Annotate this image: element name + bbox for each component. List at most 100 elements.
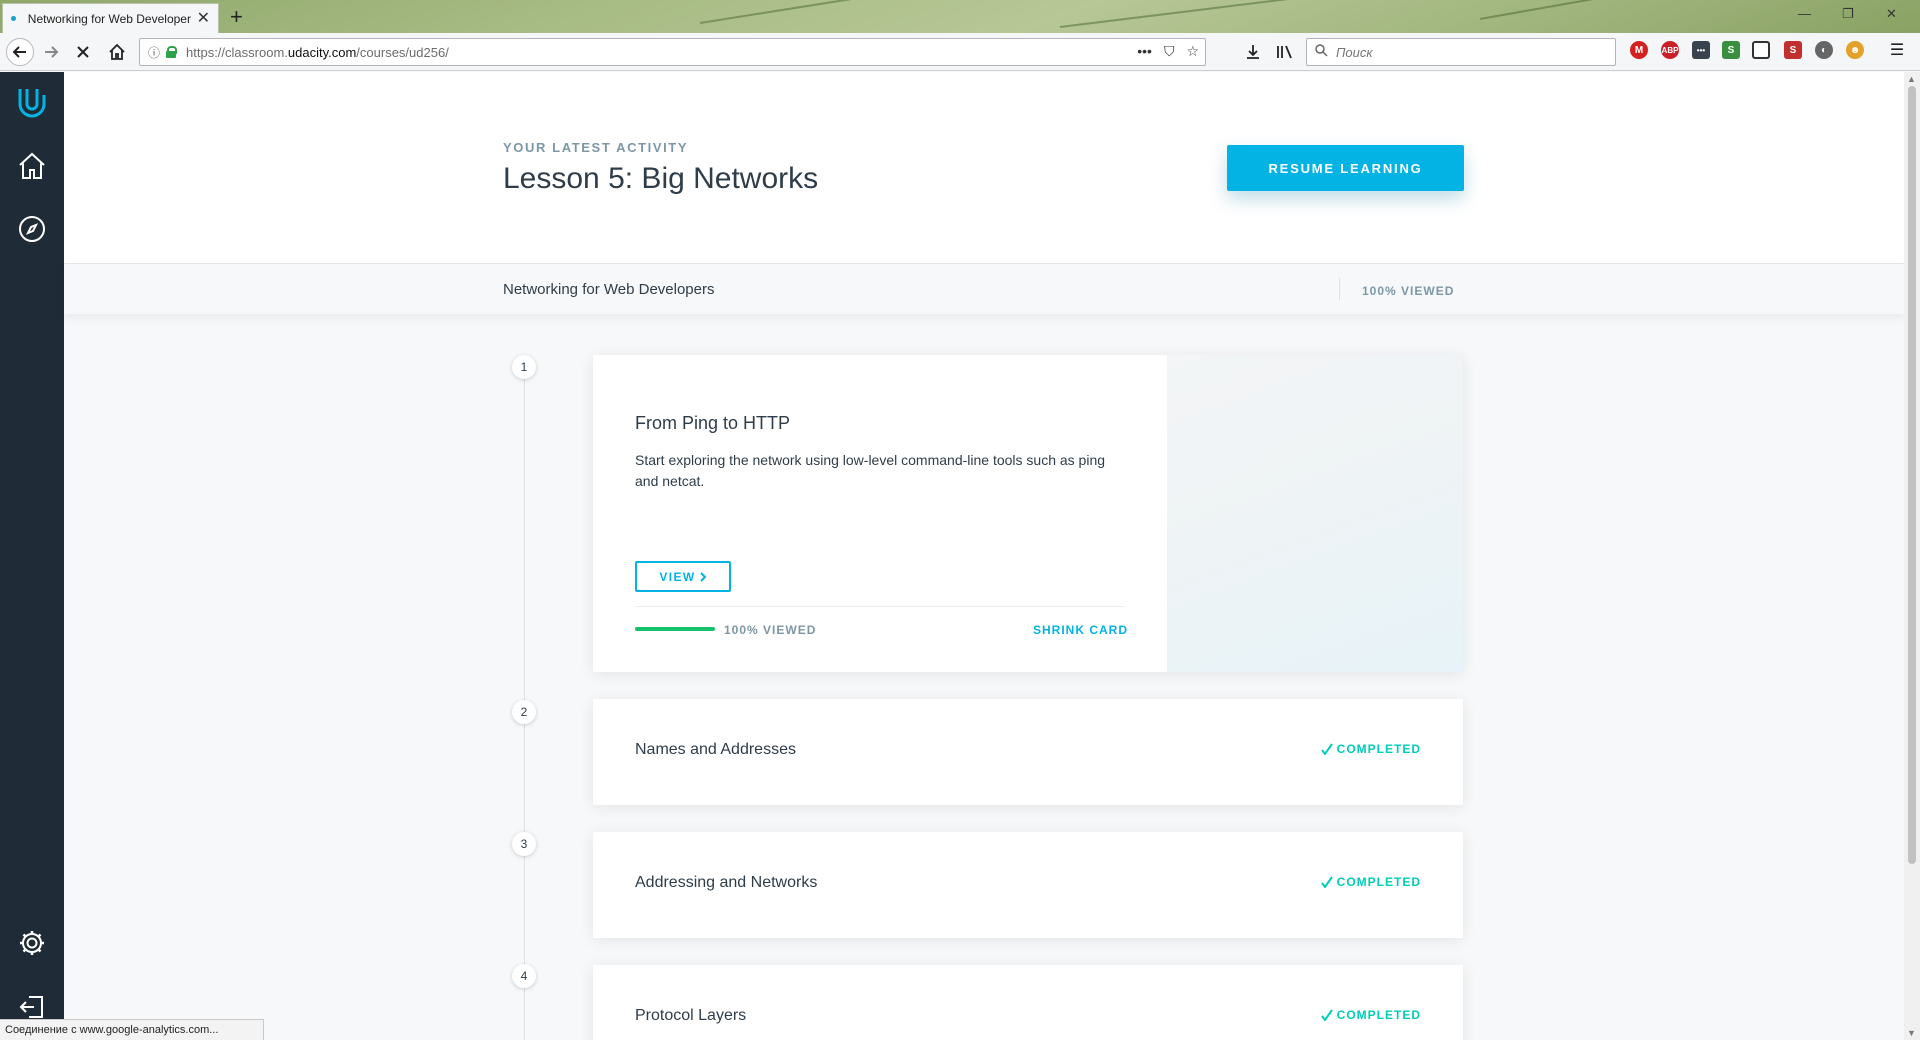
lesson-title: Names and Addresses: [635, 741, 796, 758]
lesson-number: 4: [512, 964, 536, 988]
url-actions: ••• ⛉ ☆: [1137, 43, 1199, 60]
view-lesson-button[interactable]: VIEW: [635, 561, 731, 592]
adblock-icon[interactable]: ABP: [1661, 41, 1679, 59]
browser-toolbar: ⓘ https://classroom.udacity.com/courses/…: [0, 33, 1920, 71]
extension-gear-icon[interactable]: ◐: [1815, 41, 1833, 59]
card-divider: [635, 606, 1125, 607]
forward-arrow-icon: [45, 46, 59, 58]
savefrom-icon[interactable]: S: [1784, 41, 1802, 59]
chevron-right-icon: [699, 571, 707, 582]
search-bar[interactable]: Поиск: [1306, 38, 1616, 66]
stop-icon: [77, 46, 89, 58]
latest-activity-header: YOUR LATEST ACTIVITY Lesson 5: Big Netwo…: [64, 72, 1904, 264]
lesson-progress-fill: [635, 627, 715, 631]
browser-tab[interactable]: Networking for Web Developers ✕: [2, 3, 219, 33]
lesson-card-body: From Ping to HTTP Start exploring the ne…: [593, 355, 1167, 672]
lesson-number: 1: [512, 355, 536, 379]
background-streak: [1059, 0, 1299, 28]
download-icon: [1247, 45, 1259, 59]
lesson-description: Start exploring the network using low-le…: [635, 452, 1106, 489]
course-bar: Networking for Web Developers 100% VIEWE…: [64, 264, 1904, 314]
page-scrollbar[interactable]: ▲ ▼: [1904, 72, 1920, 1040]
menu-hamburger-icon[interactable]: ☰: [1888, 41, 1906, 59]
address-bar[interactable]: ⓘ https://classroom.udacity.com/courses/…: [139, 38, 1206, 66]
reader-icon[interactable]: [1752, 41, 1770, 59]
tab-title: Networking for Web Developers: [27, 11, 191, 26]
completed-label: COMPLETED: [1336, 875, 1421, 889]
compass-icon[interactable]: [15, 212, 49, 246]
new-tab-button[interactable]: +: [230, 3, 243, 31]
checkmark-icon: [1320, 1009, 1333, 1021]
extension-dots-icon[interactable]: •••: [1692, 41, 1710, 59]
minimize-window-icon[interactable]: —: [1798, 6, 1811, 21]
lesson-card-image: [1167, 355, 1463, 672]
background-streak: [1479, 0, 1678, 20]
back-arrow-icon: [12, 46, 26, 58]
completed-badge: COMPLETED: [1320, 1008, 1421, 1022]
scrollbar-thumb[interactable]: [1908, 86, 1916, 864]
left-sidebar: [0, 72, 64, 1040]
restore-window-icon[interactable]: ❐: [1842, 6, 1854, 22]
page-actions-icon[interactable]: •••: [1137, 43, 1152, 60]
tab-loading-icon: [11, 16, 16, 21]
lesson-progress-label: 100% VIEWED: [724, 623, 817, 637]
lesson-number: 3: [512, 832, 536, 856]
latest-activity-label: YOUR LATEST ACTIVITY: [503, 140, 689, 155]
bookmark-star-icon[interactable]: ☆: [1186, 43, 1199, 60]
s-extension-icon[interactable]: S: [1722, 41, 1740, 59]
lesson-card[interactable]: Protocol Layers COMPLETED: [593, 965, 1463, 1040]
forward-button[interactable]: [38, 39, 64, 65]
scroll-down-icon[interactable]: ▼: [1907, 1028, 1916, 1038]
lesson-card-expanded: From Ping to HTTP Start exploring the ne…: [593, 355, 1463, 672]
lesson-title: From Ping to HTTP: [635, 413, 791, 433]
library-icon: [1277, 45, 1292, 59]
home-icon[interactable]: [15, 149, 49, 183]
settings-icon[interactable]: [15, 926, 49, 960]
home-icon: [109, 43, 125, 60]
home-button[interactable]: [104, 39, 130, 65]
url-text: https://classroom.udacity.com/courses/ud…: [186, 45, 449, 60]
view-label: VIEW: [659, 569, 696, 584]
site-info-icon[interactable]: ⓘ: [148, 44, 160, 61]
lesson-card[interactable]: Names and Addresses COMPLETED: [593, 699, 1463, 805]
lesson-title: Addressing and Networks: [635, 874, 818, 891]
udacity-logo-icon[interactable]: [15, 85, 49, 119]
course-progress-label: 100% VIEWED: [1362, 284, 1455, 298]
close-window-icon[interactable]: ✕: [1886, 6, 1897, 22]
url-domain: udacity.com: [287, 44, 357, 60]
monkey-extension-icon[interactable]: ☻: [1846, 41, 1864, 59]
classroom-page: YOUR LATEST ACTIVITY Lesson 5: Big Netwo…: [0, 72, 1920, 1040]
shrink-card-button[interactable]: SHRINK CARD: [1033, 623, 1128, 637]
screen: Networking for Web Developers ✕ + — ❐ ✕ …: [0, 0, 1920, 1040]
latest-lesson-title: Lesson 5: Big Networks: [503, 162, 819, 195]
completed-label: COMPLETED: [1336, 1008, 1421, 1022]
checkmark-icon: [1320, 743, 1333, 755]
downloads-button[interactable]: [1240, 39, 1266, 65]
close-tab-icon[interactable]: ✕: [197, 10, 210, 27]
course-bar-divider: [1339, 278, 1340, 300]
completed-label: COMPLETED: [1336, 742, 1421, 756]
library-button[interactable]: [1272, 39, 1298, 65]
url-prefix: https://classroom.: [186, 44, 288, 60]
mail-extension-icon[interactable]: M: [1630, 41, 1648, 59]
checkmark-icon: [1320, 876, 1333, 888]
course-name[interactable]: Networking for Web Developers: [503, 281, 714, 298]
lesson-number: 2: [512, 700, 536, 724]
stop-button[interactable]: [70, 39, 96, 65]
lesson-title: Protocol Layers: [635, 1007, 747, 1024]
lesson-card[interactable]: Addressing and Networks COMPLETED: [593, 832, 1463, 938]
scroll-up-icon[interactable]: ▲: [1907, 74, 1916, 84]
pocket-icon[interactable]: ⛉: [1164, 43, 1175, 60]
back-button[interactable]: [6, 38, 34, 66]
lesson-progress-bar: [635, 627, 715, 631]
url-path: /courses/ud256/: [356, 44, 449, 60]
background-streak: [699, 0, 859, 24]
browser-tab-bar: Networking for Web Developers ✕ + — ❐ ✕: [0, 0, 1920, 33]
completed-badge: COMPLETED: [1320, 875, 1421, 889]
search-placeholder: Поиск: [1336, 44, 1373, 60]
search-icon: [1315, 44, 1328, 60]
secure-lock-icon: [166, 46, 178, 58]
resume-learning-button[interactable]: RESUME LEARNING: [1227, 145, 1464, 191]
completed-badge: COMPLETED: [1320, 742, 1421, 756]
browser-status-bar: Соединение с www.google-analytics.com...: [0, 1019, 264, 1040]
